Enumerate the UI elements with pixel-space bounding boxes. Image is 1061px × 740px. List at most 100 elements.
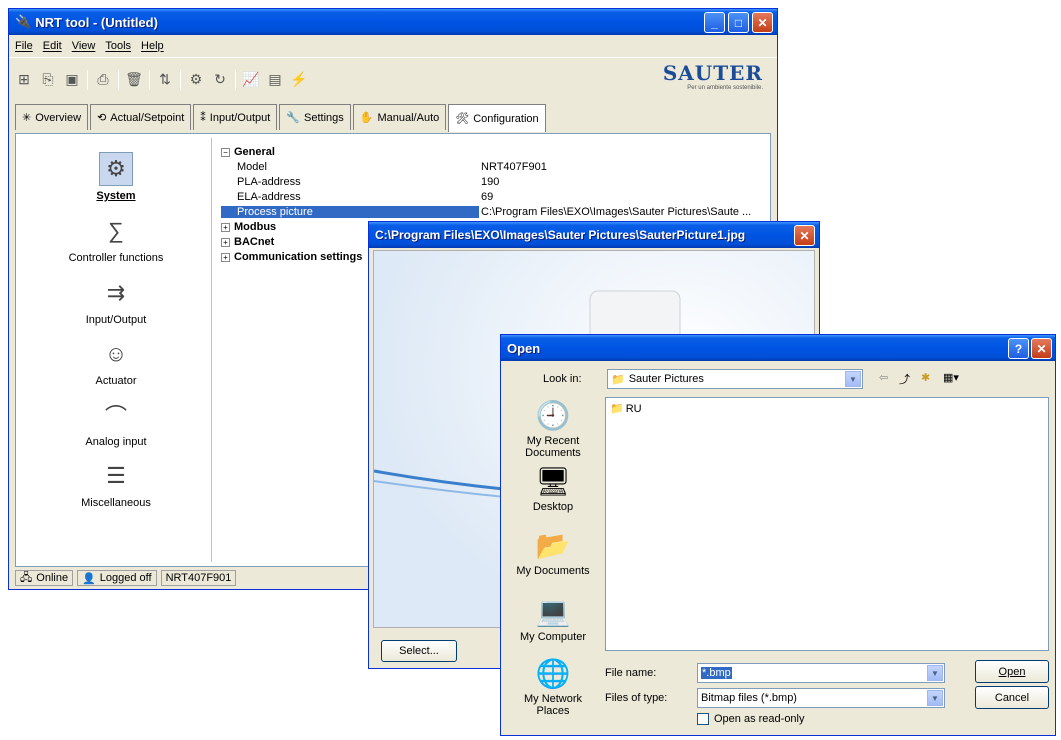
sidebar-item-system[interactable]: ⚙ System (20, 152, 212, 202)
new-folder-icon[interactable]: ✱ (921, 371, 930, 384)
category-label: BACnet (234, 235, 275, 248)
picture-title-bar[interactable]: C:\Program Files\EXO\Images\Sauter Pictu… (369, 222, 819, 248)
tab-label: Input/Output (209, 111, 271, 124)
checkbox-box[interactable] (697, 713, 709, 725)
place-my-computer[interactable]: 💻 My Computer (509, 593, 597, 644)
file-list[interactable]: 📁 RU (605, 397, 1049, 651)
tab-manual-auto[interactable]: ✋ Manual/Auto (352, 104, 447, 130)
file-name-input[interactable]: *.bmp ▼ (697, 663, 945, 683)
look-in-value: Sauter Pictures (628, 373, 704, 385)
select-button[interactable]: Select... (381, 640, 457, 662)
property-row-selected[interactable]: Process picture C:\Program Files\EXO\Ima… (221, 204, 770, 219)
user-icon: 👤 (82, 572, 96, 585)
open-title-bar[interactable]: Open ? ✕ (501, 335, 1055, 361)
transfer-icon[interactable]: ⇅ (156, 71, 174, 89)
file-type-select[interactable]: Bitmap files (*.bmp) ▼ (697, 688, 945, 708)
sidebar-item-actuator[interactable]: ☺ Actuator (20, 337, 212, 387)
close-button[interactable]: ✕ (1031, 338, 1052, 359)
chevron-down-icon[interactable]: ▼ (927, 665, 943, 681)
message-icon[interactable]: ▤ (266, 71, 284, 89)
toolbar-separator (235, 69, 236, 90)
wrench-icon: 🔧 (286, 112, 301, 124)
toolbar-separator (180, 69, 181, 90)
category-general[interactable]: − General (221, 144, 770, 159)
checkbox-label: Open as read-only (714, 713, 805, 725)
trend-icon[interactable]: 📈 (242, 71, 260, 89)
property-key: PLA-address (237, 175, 301, 188)
button-label: Select... (399, 645, 439, 657)
sidebar-item-input-output[interactable]: ⇉ Input/Output (20, 276, 212, 326)
sauter-logo: SAUTER Per un ambiente sostenibile. (663, 61, 763, 91)
status-device: NRT407F901 (160, 570, 237, 586)
close-button[interactable]: ✕ (794, 225, 815, 246)
place-my-recent-documents[interactable]: 🕘 My Recent Documents (509, 397, 597, 460)
sidebar-item-label: Input/Output (85, 314, 147, 326)
tab-settings[interactable]: 🔧 Settings (279, 104, 351, 130)
sidebar-item-miscellaneous[interactable]: ☰ Miscellaneous (20, 459, 212, 509)
views-menu-icon[interactable]: ▦▾ (943, 371, 959, 384)
save-icon[interactable]: ▣ (63, 71, 81, 89)
list-item[interactable]: 📁 RU (610, 402, 642, 416)
main-title-bar[interactable]: 🔌 NRT tool - (Untitled) _ □ ✕ (9, 9, 777, 35)
button-label: Open (998, 665, 1026, 678)
chevron-down-icon[interactable]: ▼ (845, 371, 861, 387)
place-my-documents[interactable]: 📂 My Documents (509, 527, 597, 578)
sidebar-item-label: Miscellaneous (81, 497, 151, 509)
device-icon[interactable]: ⚡ (290, 71, 308, 89)
print-icon[interactable]: ⎙ (94, 71, 112, 89)
collapse-icon[interactable]: − (221, 147, 230, 157)
desktop-icon: 🖥 (535, 465, 571, 497)
look-in-select[interactable]: 📁 Sauter Pictures ▼ (607, 369, 863, 389)
dialog-title: Open (507, 340, 541, 356)
tab-overview[interactable]: ✳ Overview (15, 104, 89, 130)
tab-label: Settings (304, 111, 344, 124)
place-label: Desktop (532, 501, 574, 513)
new-icon[interactable]: ⊞ (15, 71, 33, 89)
property-value: C:\Program Files\EXO\Images\Sauter Pictu… (481, 205, 752, 218)
toolbar-separator (87, 69, 88, 90)
expand-icon[interactable]: + (221, 237, 230, 247)
menu-file[interactable]: File (15, 40, 33, 52)
category-label: General (234, 145, 275, 158)
up-folder-icon[interactable]: ⤴ (899, 371, 910, 387)
connect-icon[interactable]: ⚙ (187, 71, 205, 89)
open-icon[interactable]: ⎘ (39, 71, 57, 89)
logo-brand: SAUTER (662, 61, 763, 85)
back-icon[interactable]: ⇦ (879, 371, 888, 384)
menu-view[interactable]: View (72, 40, 96, 52)
sidebar-item-analog-input[interactable]: ⌒ Analog input (20, 398, 212, 448)
sidebar-item-label: Controller functions (68, 252, 164, 264)
minimize-button[interactable]: _ (704, 12, 725, 33)
cancel-button[interactable]: Cancel (975, 686, 1049, 709)
place-label: My Computer (519, 631, 587, 643)
tab-input-output[interactable]: ⁑ Input/Output (193, 104, 278, 130)
menu-edit[interactable]: Edit (43, 40, 62, 52)
chevron-down-icon[interactable]: ▼ (927, 690, 943, 706)
close-button[interactable]: ✕ (752, 12, 773, 33)
sidebar-item-controller-functions[interactable]: ∑ Controller functions (20, 214, 212, 264)
readonly-checkbox[interactable]: Open as read-only (697, 713, 805, 725)
tab-actual-setpoint[interactable]: ⟲ Actual/Setpoint (90, 104, 192, 130)
input-output-icon: ⇉ (106, 280, 126, 305)
toolbar: ⊞ ⎘ ▣ ⎙ 🗑 ⇅ ⚙ ↻ 📈 ▤ ⚡ (9, 57, 777, 101)
refresh-icon[interactable]: ↻ (211, 71, 229, 89)
folder-name: RU (625, 402, 642, 415)
open-button[interactable]: Open (975, 660, 1049, 683)
place-my-network-places[interactable]: 🌐 My Network Places (509, 655, 597, 718)
help-button[interactable]: ? (1008, 338, 1029, 359)
hand-icon: ✋ (359, 112, 374, 124)
menu-tools[interactable]: Tools (105, 40, 131, 52)
place-label: My Network Places (523, 693, 583, 717)
place-label: My Documents (516, 565, 590, 577)
property-row[interactable]: ELA-address 69 (221, 189, 770, 204)
delete-icon[interactable]: 🗑 (125, 71, 143, 89)
property-row[interactable]: PLA-address 190 (221, 174, 770, 189)
expand-icon[interactable]: + (221, 252, 230, 262)
expand-icon[interactable]: + (221, 222, 230, 232)
place-desktop[interactable]: 🖥 Desktop (509, 463, 597, 514)
tab-configuration[interactable]: 🛠 Configuration (448, 104, 546, 132)
sidebar-item-label: Actuator (95, 375, 137, 387)
property-row[interactable]: Model NRT407F901 (221, 159, 770, 174)
maximize-button[interactable]: □ (728, 12, 749, 33)
menu-help[interactable]: Help (141, 40, 164, 52)
